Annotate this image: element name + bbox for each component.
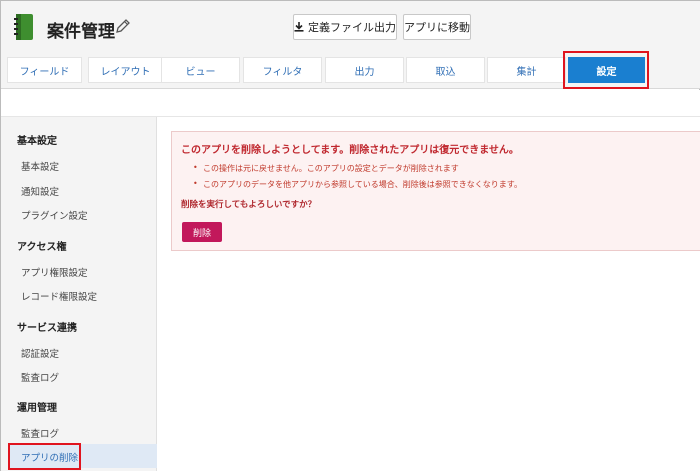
sidebar-heading-basic: 基本設定 (17, 136, 57, 147)
sub-toolbar (1, 90, 700, 117)
delete-app-highlight (8, 443, 81, 470)
edit-pencil-icon[interactable] (114, 17, 132, 35)
sidebar-heading-operations: 運用管理 (17, 403, 57, 414)
app-title: 案件管理 (47, 22, 115, 42)
tab-import[interactable]: 取込 (406, 57, 485, 83)
sidebar-item-auth-settings[interactable]: 認証設定 (21, 346, 59, 360)
warning-title: このアプリを削除しようとしてます。削除されたアプリは復元できません。 (181, 145, 519, 156)
settings-tab-highlight (563, 51, 649, 89)
tab-layout[interactable]: レイアウト (88, 57, 163, 83)
sidebar-item-record-permissions[interactable]: レコード権限設定 (21, 289, 97, 303)
sidebar-item-ops-audit-log[interactable]: 監査ログ (21, 426, 59, 440)
delete-button[interactable]: 削除 (182, 222, 222, 242)
sidebar-item-app-permissions[interactable]: アプリ権限設定 (21, 265, 88, 279)
app-header: 案件管理 定義ファイル出力 アプリに移動 (1, 1, 700, 53)
notebook-icon (14, 14, 33, 40)
tab-views[interactable]: ビュー (161, 57, 240, 83)
tab-fields[interactable]: フィールド (7, 57, 82, 83)
export-button-label: 定義ファイル出力 (308, 21, 396, 34)
sidebar-item-notifications[interactable]: 通知設定 (21, 184, 59, 198)
export-definition-button[interactable]: 定義ファイル出力 (293, 14, 397, 40)
bullet-icon: • (193, 163, 198, 172)
download-icon (294, 22, 304, 32)
bullet-icon: • (193, 179, 198, 188)
confirm-question: 削除を実行してもよろしいですか？ (181, 200, 317, 210)
sidebar-heading-integrations: サービス連携 (17, 323, 77, 334)
sidebar-item-plugins[interactable]: プラグイン設定 (21, 208, 88, 222)
warning-bullet-1: この操作は元に戻せません。このアプリの設定とデータが削除されます (203, 164, 459, 173)
tab-output[interactable]: 出力 (325, 57, 404, 83)
sidebar-heading-access: アクセス権 (17, 242, 67, 253)
sidebar-item-audit-log[interactable]: 監査ログ (21, 370, 59, 384)
goto-app-button[interactable]: アプリに移動 (403, 14, 471, 40)
warning-bullet-2: このアプリのデータを他アプリから参照している場合、削除後は参照できなくなります。 (203, 180, 522, 189)
sidebar-item-basic-settings[interactable]: 基本設定 (21, 159, 59, 173)
tab-aggregate[interactable]: 集計 (487, 57, 566, 83)
tab-filter[interactable]: フィルタ (243, 57, 322, 83)
